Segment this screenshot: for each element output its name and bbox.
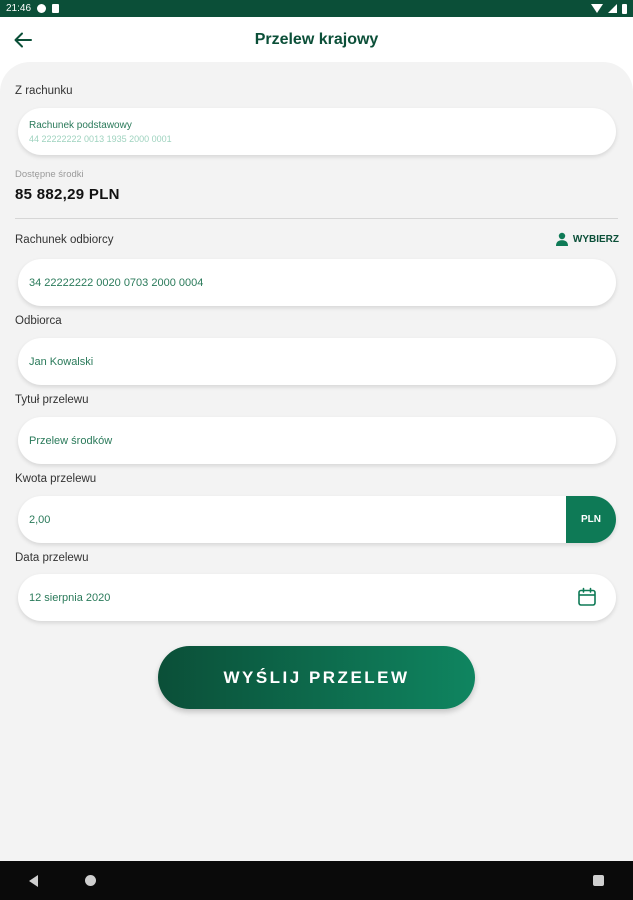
available-funds-value: 85 882,29 PLN — [15, 186, 120, 203]
recipient-account-value: 34 22222222 0020 0703 2000 0004 — [29, 276, 204, 289]
app-header: Przelew krajowy — [0, 17, 633, 63]
recipient-account-label: Rachunek odbiorcy — [15, 234, 114, 246]
nav-home-icon[interactable] — [85, 875, 96, 886]
from-account-label: Z rachunku — [15, 85, 73, 97]
nav-back-icon[interactable] — [29, 875, 38, 887]
calendar-button[interactable] — [576, 586, 598, 608]
amount-label: Kwota przelewu — [15, 473, 97, 485]
date-value: 12 sierpnia 2020 — [29, 591, 111, 604]
choose-recipient-button[interactable]: WYBIERZ — [555, 232, 619, 246]
currency-button[interactable]: PLN — [566, 496, 616, 543]
available-funds-label: Dostępne środki — [15, 169, 84, 180]
battery-icon — [622, 3, 627, 14]
title-input[interactable]: Przelew środków — [18, 417, 616, 464]
date-input[interactable]: 12 sierpnia 2020 — [18, 574, 616, 621]
amount-input[interactable]: 2,00 PLN — [18, 496, 616, 543]
sd-card-icon — [52, 4, 60, 13]
date-label: Data przelewu — [15, 552, 89, 564]
calendar-icon — [578, 587, 596, 606]
send-transfer-button[interactable]: WYŚLIJ PRZELEW — [158, 646, 475, 709]
recipient-account-input[interactable]: 34 22222222 0020 0703 2000 0004 — [18, 259, 616, 306]
title-value: Przelew środków — [29, 434, 113, 447]
title-label: Tytuł przelewu — [15, 394, 89, 406]
system-nav-bar — [0, 861, 633, 900]
from-account-selector[interactable]: Rachunek podstawowy 44 22222222 0013 193… — [18, 108, 616, 155]
recipient-input[interactable]: Jan Kowalski — [18, 338, 616, 385]
from-account-number: 44 22222222 0013 1935 2000 0001 — [29, 133, 172, 144]
page-title: Przelew krajowy — [254, 31, 379, 48]
choose-label: WYBIERZ — [572, 233, 619, 245]
status-bar: 21:46 — [0, 0, 633, 17]
divider — [15, 218, 618, 219]
recipient-value: Jan Kowalski — [29, 355, 94, 368]
person-icon — [555, 232, 568, 246]
signal-icon — [608, 4, 617, 13]
recipient-label: Odbiorca — [15, 315, 62, 327]
transfer-form: Z rachunku Rachunek podstawowy 44 222222… — [0, 62, 633, 861]
status-time: 21:46 — [6, 3, 32, 14]
wifi-icon — [591, 4, 603, 13]
from-account-name: Rachunek podstawowy — [29, 119, 132, 131]
amount-value: 2,00 — [29, 513, 51, 526]
notification-icon — [37, 4, 47, 13]
nav-recent-apps-icon[interactable] — [593, 875, 604, 886]
